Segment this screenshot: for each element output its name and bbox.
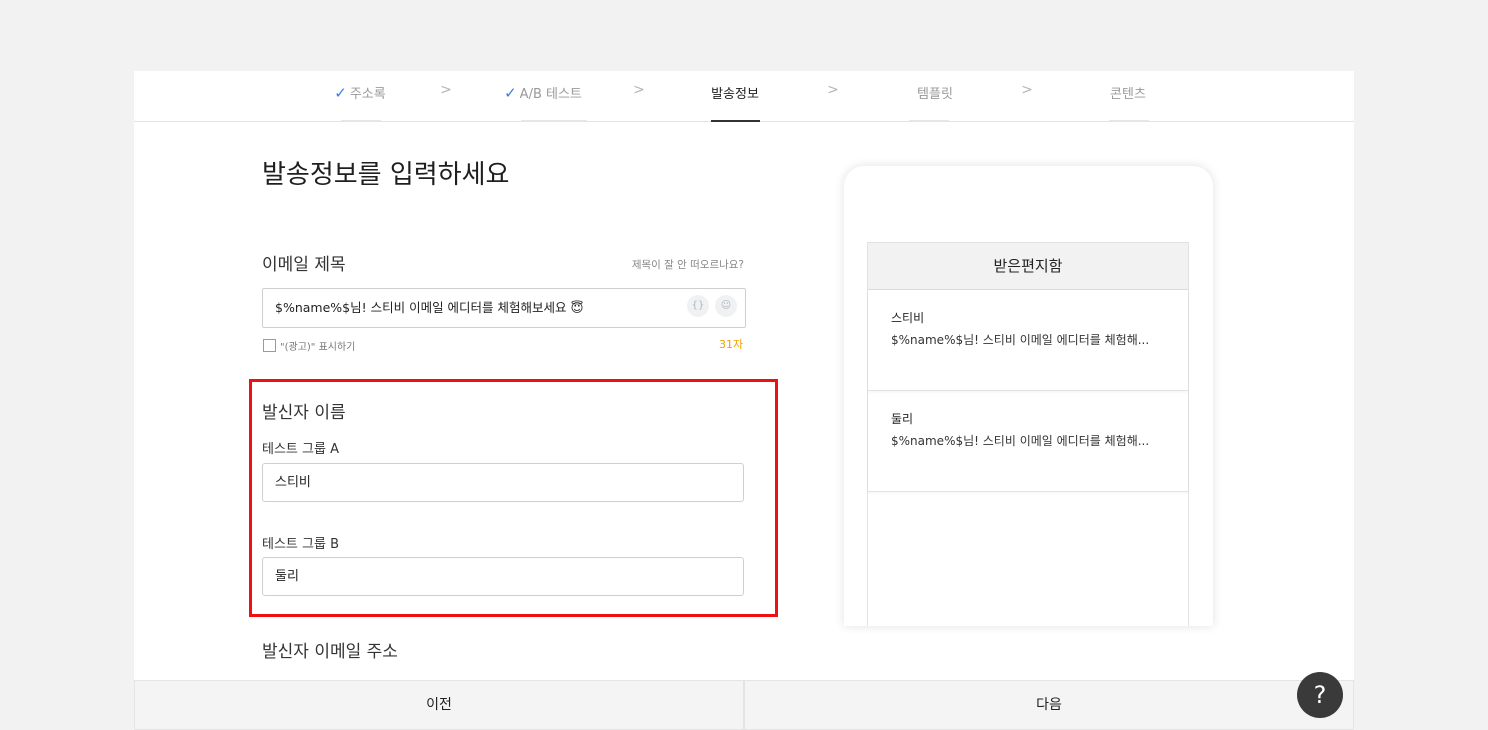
mail-item: 둘리 $%name%$님! 스티비 이메일 에디터를 체험해... — [868, 391, 1188, 492]
group-b-sender-input[interactable]: 둘리 — [262, 557, 744, 596]
subject-hint-link[interactable]: 제목이 잘 안 떠오르나요? — [632, 257, 744, 272]
step-label: 콘텐츠 — [1110, 87, 1146, 102]
step-label: 발송정보 — [711, 87, 759, 102]
ad-checkbox-label: "(광고)" 표시하기 — [280, 342, 356, 353]
step-underline — [909, 120, 949, 122]
step-underline-active — [711, 120, 760, 122]
mail-item: 스티비 $%name%$님! 스티비 이메일 에디터를 체험해... — [868, 290, 1188, 391]
send-info-card: ✓ 주소록 > ✓ A/B 테스트 > 발송정보 > 템플릿 > 콘텐츠 발송정보를… — [134, 71, 1354, 730]
mail-subject: $%name%$님! 스티비 이메일 에디터를 체험해... — [891, 434, 1150, 448]
step-ab-test[interactable]: ✓ A/B 테스트 — [504, 83, 582, 102]
sender-email-label: 발신자 이메일 주소 — [262, 642, 398, 662]
next-button[interactable]: 다음 — [744, 680, 1354, 730]
group-a-sender-input[interactable]: 스티비 — [262, 463, 744, 502]
help-icon[interactable]: ? — [1297, 672, 1343, 718]
mobile-preview: 받은편지함 스티비 $%name%$님! 스티비 이메일 에디터를 체험해...… — [844, 166, 1213, 626]
inbox-title: 받은편지함 — [868, 243, 1188, 290]
step-content[interactable]: 콘텐츠 — [1110, 83, 1146, 102]
chevron-right-icon: > — [440, 82, 452, 98]
sender-name-label: 발신자 이름 — [262, 403, 346, 423]
prev-button[interactable]: 이전 — [134, 680, 744, 730]
check-icon: ✓ — [504, 84, 517, 102]
variable-insert-icon[interactable]: {} — [687, 295, 709, 317]
mail-subject: $%name%$님! 스티비 이메일 에디터를 체험해... — [891, 333, 1150, 347]
ad-label-checkbox[interactable]: "(광고)" 표시하기 — [263, 338, 355, 353]
check-icon: ✓ — [334, 84, 347, 102]
checkbox-icon[interactable] — [263, 339, 276, 352]
step-label: A/B 테스트 — [519, 87, 582, 102]
page-title: 발송정보를 입력하세요 — [262, 160, 510, 190]
emoji-icon[interactable]: ☺ — [715, 295, 737, 317]
char-count: 31자 — [719, 338, 744, 351]
chevron-right-icon: > — [827, 82, 839, 98]
step-label: 주소록 — [349, 87, 386, 102]
step-address-book[interactable]: ✓ 주소록 — [334, 83, 385, 102]
group-a-label: 테스트 그룹 A — [262, 442, 339, 457]
step-underline — [341, 120, 381, 122]
chevron-right-icon: > — [633, 82, 645, 98]
step-label: 템플릿 — [917, 87, 953, 102]
step-template[interactable]: 템플릿 — [917, 83, 953, 102]
mail-sender: 스티비 — [891, 311, 925, 325]
step-underline — [1109, 120, 1149, 122]
inbox-panel: 받은편지함 스티비 $%name%$님! 스티비 이메일 에디터를 체험해...… — [867, 242, 1189, 626]
chevron-right-icon: > — [1021, 82, 1033, 98]
step-progress-nav: ✓ 주소록 > ✓ A/B 테스트 > 발송정보 > 템플릿 > 콘텐츠 — [134, 71, 1354, 122]
step-underline — [521, 120, 587, 122]
step-send-info[interactable]: 발송정보 — [711, 83, 759, 102]
subject-label: 이메일 제목 — [262, 255, 346, 275]
group-b-label: 테스트 그룹 B — [262, 537, 339, 552]
subject-input[interactable]: $%name%$님! 스티비 이메일 에디터를 체험해보세요 😇 — [262, 288, 746, 328]
mail-sender: 둘리 — [891, 412, 914, 426]
